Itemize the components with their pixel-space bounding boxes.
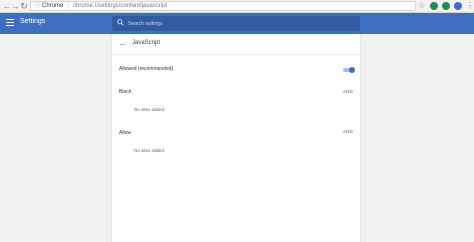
toggle-knob bbox=[349, 67, 355, 73]
extension-icon[interactable] bbox=[442, 2, 450, 10]
url-chip-label: Chrome bbox=[42, 3, 64, 9]
allowed-toggle[interactable] bbox=[343, 67, 355, 73]
address-bar[interactable]: ⓘ Chrome | chrome://settings/content/jav… bbox=[30, 1, 416, 11]
search-icon bbox=[117, 19, 124, 26]
page-title: JavaScript bbox=[132, 40, 161, 46]
add-allow-button[interactable]: ADD bbox=[343, 129, 353, 134]
extension-icon[interactable] bbox=[430, 2, 438, 10]
settings-header: Settings bbox=[0, 13, 474, 34]
block-section-label: Block bbox=[119, 89, 132, 95]
allowed-label: Allowed (recommended) bbox=[119, 66, 174, 72]
back-arrow-icon[interactable]: ← bbox=[119, 40, 127, 48]
allow-empty-text: No sites added bbox=[134, 148, 165, 153]
search-input[interactable] bbox=[128, 19, 348, 28]
url-text: chrome://settings/content/javascript bbox=[73, 3, 168, 9]
add-block-button[interactable]: ADD bbox=[343, 89, 353, 94]
profile-icon[interactable] bbox=[454, 2, 462, 10]
hamburger-menu-icon[interactable] bbox=[6, 19, 14, 27]
block-empty-text: No sites added bbox=[134, 107, 165, 112]
secure-icon: ⓘ bbox=[34, 3, 41, 9]
search-box[interactable] bbox=[112, 16, 360, 31]
url-separator: | bbox=[68, 3, 70, 9]
bookmark-star-icon[interactable]: ☆ bbox=[418, 1, 425, 11]
javascript-settings-card: ← JavaScript Allowed (recommended) Block… bbox=[112, 34, 360, 242]
header-title: Settings bbox=[20, 18, 46, 25]
divider bbox=[112, 54, 360, 55]
browser-toolbar: ← → ↻ ⓘ Chrome | chrome://settings/conte… bbox=[0, 0, 474, 13]
allow-section-label: Allow bbox=[119, 130, 131, 136]
reload-icon[interactable]: ↻ bbox=[19, 1, 29, 11]
browser-menu-icon[interactable]: ⋮ bbox=[466, 1, 474, 11]
